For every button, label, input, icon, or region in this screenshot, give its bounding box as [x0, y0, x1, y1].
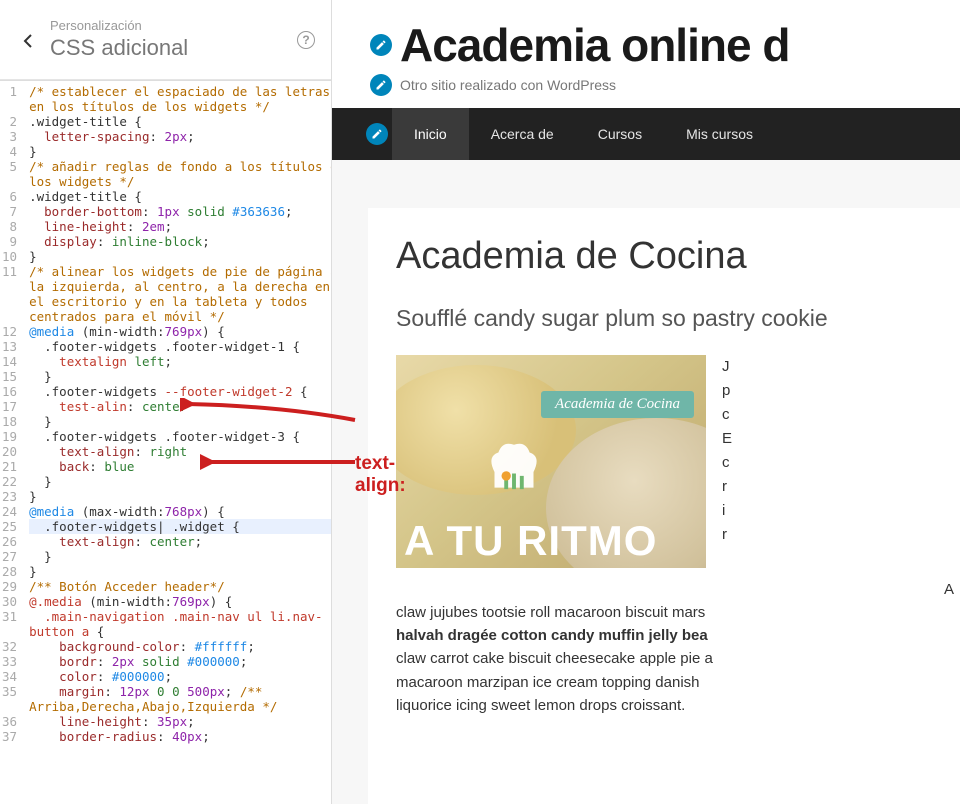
customizer-sidebar: Personalización CSS adicional ? 12345678… — [0, 0, 332, 804]
nav-item-acerca-de[interactable]: Acerca de — [469, 108, 576, 160]
line-numbers: 1234567891011121314151617181920212223242… — [0, 81, 23, 804]
nav-item-inicio[interactable]: Inicio — [392, 108, 469, 160]
content-subtitle: Soufflé candy sugar plum so pastry cooki… — [396, 304, 960, 333]
nav-item-mis-cursos[interactable]: Mis cursos — [664, 108, 775, 160]
help-icon[interactable]: ? — [297, 31, 315, 49]
back-button[interactable] — [12, 16, 44, 64]
pencil-icon — [375, 79, 387, 91]
site-preview: Academia online d Otro sitio realizado c… — [332, 0, 960, 804]
site-tagline: Otro sitio realizado con WordPress — [400, 77, 616, 93]
panel-title: CSS adicional — [50, 35, 297, 61]
content-side-text: JpcEcrir — [722, 355, 732, 568]
site-header: Academia online d Otro sitio realizado c… — [332, 0, 960, 108]
page-content: Academia de Cocina Soufflé candy sugar p… — [368, 208, 960, 804]
nav-wrap: InicioAcerca deCursosMis cursos — [332, 108, 960, 160]
image-text: A TU RITMO — [404, 522, 657, 560]
sidebar-header: Personalización CSS adicional ? — [0, 0, 331, 80]
edit-shortcut-title[interactable] — [370, 34, 392, 56]
edit-shortcut-nav[interactable] — [366, 123, 388, 145]
edit-shortcut-tagline[interactable] — [370, 74, 392, 96]
css-editor[interactable]: 1234567891011121314151617181920212223242… — [0, 80, 331, 804]
site-title: Academia online d — [400, 18, 789, 72]
breadcrumb: Personalización — [50, 17, 297, 35]
chevron-left-icon — [20, 33, 36, 49]
code-area[interactable]: /* establecer el espaciado de las letras… — [23, 81, 331, 804]
content-paragraph: A claw jujubes tootsie roll macaroon bis… — [396, 578, 960, 718]
content-title: Academia de Cocina — [396, 236, 960, 278]
featured-image: Academia de Cocina A TU RITMO — [396, 355, 706, 568]
image-badge: Academia de Cocina — [541, 391, 694, 418]
pencil-icon — [375, 39, 387, 51]
chef-hat-icon — [475, 433, 553, 516]
pencil-icon — [371, 128, 383, 140]
main-nav: InicioAcerca deCursosMis cursos — [332, 108, 960, 160]
nav-item-cursos[interactable]: Cursos — [576, 108, 664, 160]
